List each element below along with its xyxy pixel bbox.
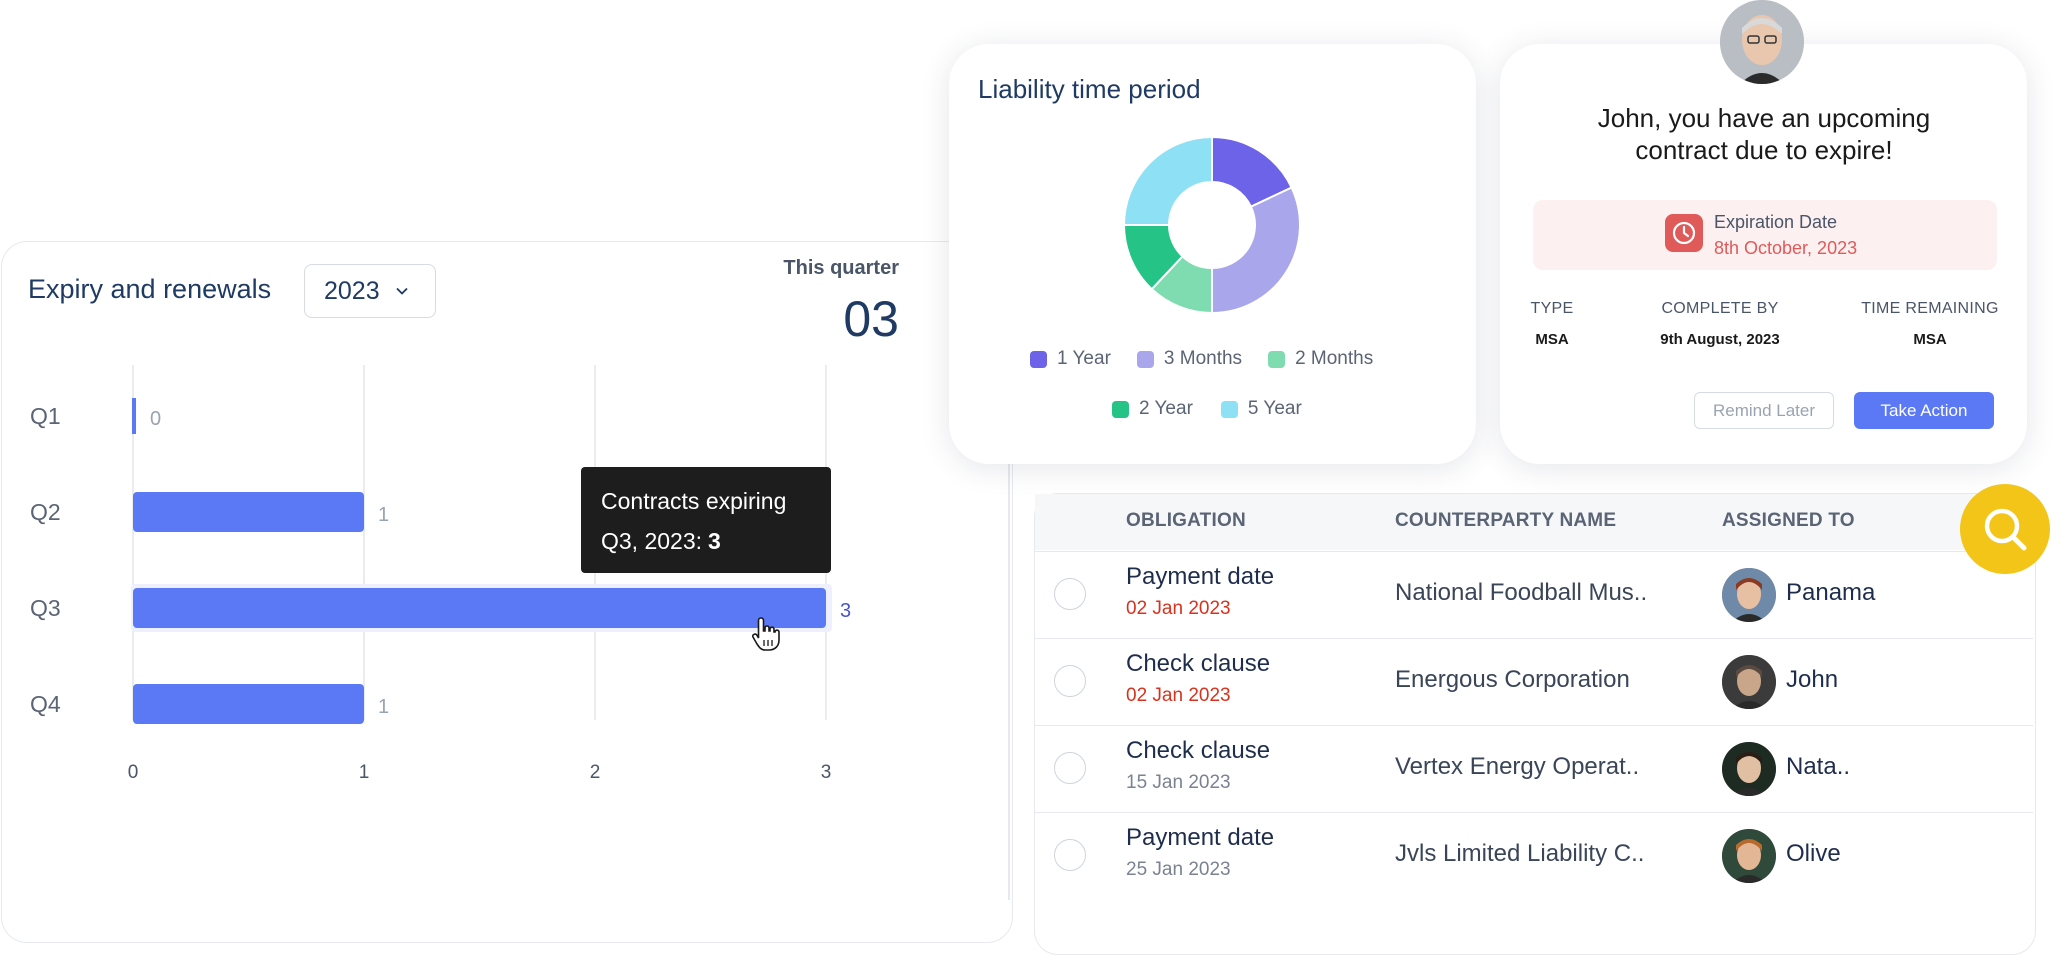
legend-swatch [1268, 350, 1286, 368]
liability-title: Liability time period [978, 74, 1201, 104]
assignee-name: Nata.. [1786, 753, 1851, 780]
bar [133, 492, 364, 532]
bar-value-label: 0 [150, 408, 161, 430]
assignee-avatar [1722, 655, 1776, 709]
category-label: Q3 [30, 595, 61, 621]
bar-value-label: 1 [378, 696, 389, 718]
legend-label: 2 Months [1295, 348, 1374, 369]
user-photo-icon [1722, 742, 1776, 796]
counterparty-name: Jvls Limited Liability C.. [1395, 840, 1645, 867]
legend-item-2-months: 2 Months [1268, 348, 1373, 370]
meta-value-complete-by: 9th August, 2023 [1660, 331, 1780, 348]
meta-header-complete-by: COMPLETE BY [1661, 300, 1779, 317]
search-icon [1984, 508, 2027, 551]
row-select-radio[interactable] [1054, 578, 1086, 610]
obligation-date: 25 Jan 2023 [1126, 859, 1231, 880]
row-select-radio[interactable] [1054, 665, 1086, 697]
hand-cursor-icon [751, 617, 780, 651]
column-header-assigned-to[interactable]: ASSIGNED TO [1722, 510, 1855, 532]
user-photo-icon [1722, 829, 1776, 883]
obligation-title: Check clause [1126, 650, 1271, 677]
year-select-value: 2023 [324, 276, 380, 305]
donut-slice [1211, 186, 1301, 315]
meta-header-time-remaining: TIME REMAINING [1861, 300, 1999, 317]
legend-label: 1 Year [1057, 348, 1111, 369]
liability-donut-chart [1122, 135, 1301, 315]
column-header-counterparty[interactable]: COUNTERPARTY NAME [1395, 510, 1616, 532]
counterparty-name: Vertex Energy Operat.. [1395, 753, 1640, 780]
x-tick-label: 1 [359, 762, 370, 783]
meta-header-type: TYPE [1530, 300, 1574, 317]
bar [132, 398, 136, 434]
assignee-name: Olive [1786, 840, 1841, 867]
meta-value-time-remaining: MSA [1913, 331, 1947, 348]
obligation-date: 15 Jan 2023 [1126, 772, 1231, 793]
obligation-title: Payment date [1126, 563, 1275, 590]
chart-tooltip: Contracts expiring Q3, 2023: 3 [581, 467, 831, 573]
chevron-down-icon [395, 287, 408, 295]
legend-label: 3 Months [1163, 348, 1243, 369]
remind-later-button[interactable]: Remind Later [1694, 392, 1834, 429]
divider [1008, 460, 1010, 900]
expiration-label: Expiration Date [1714, 212, 1838, 232]
assignee-avatar [1722, 568, 1776, 622]
legend-swatch [1220, 400, 1238, 418]
tooltip-line2: Q3, 2023: [601, 528, 703, 554]
legend-item-5-year: 5 Year [1220, 398, 1302, 420]
legend-label: 2 Year [1139, 398, 1193, 419]
row-select-radio[interactable] [1054, 752, 1086, 784]
x-tick-label: 2 [590, 762, 601, 783]
user-photo-icon [1722, 568, 1776, 622]
year-select[interactable]: 2023 [304, 264, 436, 318]
counterparty-name: National Foodball Mus.. [1395, 579, 1648, 606]
avatar [1720, 0, 1804, 84]
user-photo-icon [1722, 655, 1776, 709]
category-label: Q4 [30, 691, 61, 717]
search-button[interactable] [1960, 484, 2050, 574]
legend-swatch [1030, 350, 1047, 368]
obligation-date: 02 Jan 2023 [1126, 598, 1231, 619]
legend-item-3-months: 3 Months [1136, 348, 1243, 370]
legend-swatch [1112, 400, 1129, 418]
assignee-name: Panama [1786, 579, 1876, 606]
obligation-date: 02 Jan 2023 [1126, 685, 1231, 706]
donut-slice [1122, 135, 1213, 226]
category-label: Q1 [30, 403, 61, 429]
expiration-box [1533, 200, 1997, 270]
assignee-avatar [1722, 742, 1776, 796]
obligation-title: Check clause [1126, 737, 1271, 764]
user-photo-icon [1720, 0, 1804, 84]
bar [133, 684, 364, 724]
quarter-label: This quarter [783, 257, 899, 279]
counterparty-name: Energous Corporation [1395, 666, 1630, 693]
x-tick-label: 3 [821, 762, 832, 783]
bar-value-label: 3 [840, 600, 851, 622]
tooltip-line1: Contracts expiring [601, 488, 787, 514]
expiry-title: Expiry and renewals [28, 274, 272, 304]
meta-value-type: MSA [1535, 331, 1569, 348]
legend-label: 5 Year [1247, 398, 1302, 419]
take-action-button[interactable]: Take Action [1854, 392, 1994, 429]
x-tick-label: 0 [128, 762, 139, 783]
row-select-radio[interactable] [1054, 839, 1086, 871]
bar [133, 588, 826, 628]
expiration-date: 8th October, 2023 [1714, 238, 1858, 258]
quarter-value: 03 [843, 291, 899, 347]
clock-icon [1665, 214, 1703, 252]
obligation-title: Payment date [1126, 824, 1275, 851]
legend-swatch [1136, 350, 1154, 368]
legend-item-1-year: 1 Year [1030, 348, 1111, 370]
legend-item-2-year: 2 Year [1112, 398, 1193, 420]
category-label: Q2 [30, 499, 61, 525]
legend-row-2: 2 Year 5 Year [1112, 398, 1302, 420]
assignee-avatar [1722, 829, 1776, 883]
notification-line1: John, you have an upcoming [1597, 103, 1931, 133]
column-header-obligation[interactable]: OBLIGATION [1126, 510, 1246, 532]
assignee-name: John [1786, 666, 1839, 693]
bar-value-label: 1 [378, 504, 389, 526]
tooltip-value: 3 [708, 528, 721, 554]
notification-message: John, you have an upcoming contract due … [1540, 102, 1988, 166]
notification-line2: contract due to expire! [1635, 135, 1893, 165]
legend-row-1: 1 Year 3 Months 2 Months [1030, 348, 1373, 370]
